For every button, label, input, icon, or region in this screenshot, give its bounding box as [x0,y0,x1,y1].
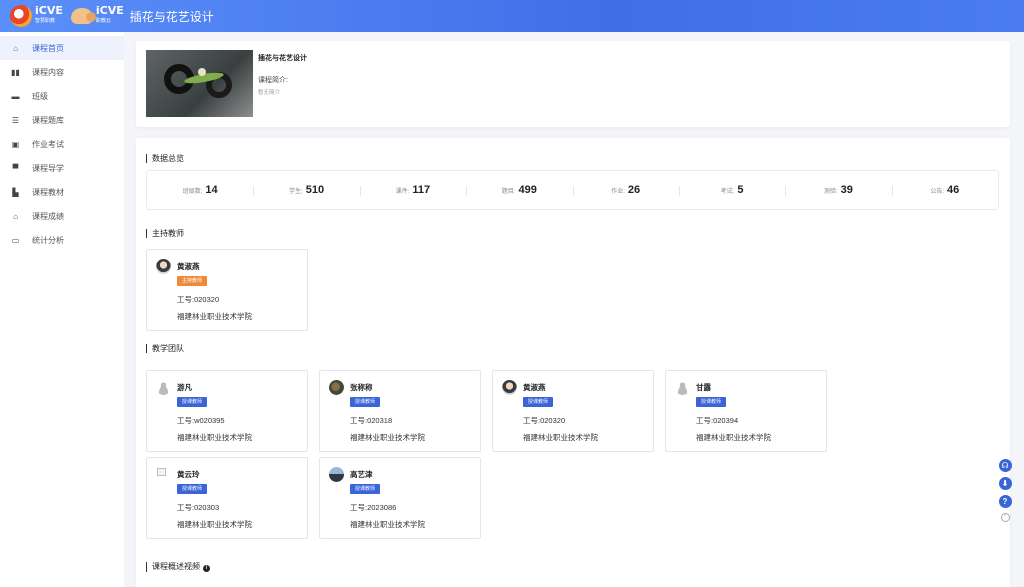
avatar [329,467,344,482]
download-icon[interactable]: ⬇ [998,477,1012,490]
floating-toolbar: ☊ ⬇ ? ⌃ [995,459,1015,522]
role-badge: 授课教师 [696,397,727,407]
team-teacher-card[interactable]: 游凡 授课教师 工号:w020395 福建林业职业技术学院 [146,370,308,452]
role-badge: 授课教师 [177,397,208,407]
home-icon: ⌂ [13,43,18,53]
sidebar-item-course-content[interactable]: ▮▮ 课程内容 [0,60,124,84]
teacher-school: 福建林业职业技术学院 [523,433,598,442]
stat-homework: 作业: 26 [572,184,679,196]
team-teacher-card[interactable]: 甘露 授课教师 工号:020394 福建林业职业技术学院 [665,370,827,452]
textbook-icon: ▙ [12,187,19,197]
icve-logo-icon [10,5,32,27]
avatar [675,380,690,395]
sidebar-item-homework-exam[interactable]: ▣ 作业考试 [0,132,124,156]
avatar [502,380,517,395]
cloud-logo-icon [70,8,96,24]
stat-classes: 班级数: 14 [182,184,218,196]
stat-students: 学生: 510 [253,184,359,196]
teacher-name: 甘露 [696,383,711,392]
host-teacher-card[interactable]: 黄淑燕 主持教师 工号:020320 福建林业职业技术学院 [146,249,308,331]
teacher-name: 黄淑燕 [523,383,546,392]
stat-exams: 考试: 5 [678,184,785,196]
team-teacher-card[interactable]: 高艺津 授课教师 工号:2023086 福建林业职业技术学院 [319,457,481,539]
role-badge: 授课教师 [350,397,381,407]
teacher-name: 高艺津 [350,470,373,479]
course-cover-image [146,50,253,117]
teacher-name: 黄淑燕 [177,262,200,271]
course-title-header: 插花与花艺设计 [129,9,214,24]
help-icon[interactable]: ? [998,495,1012,508]
role-badge: 授课教师 [350,484,381,494]
customer-service-icon[interactable]: ☊ [998,459,1012,472]
avatar [156,380,171,395]
course-intro-label: 课程简介: [258,77,288,84]
stat-questions: 题目: 499 [466,184,572,196]
sidebar-item-textbook[interactable]: ▙ 课程教材 [0,180,124,204]
team-teacher-card[interactable]: 黄云玲 授课教师 工号:020303 福建林业职业技术学院 [146,457,308,539]
course-info-card: 插花与花艺设计 课程简介: 暂无简介 [136,41,1010,127]
stat-announcements: 公告: 46 [891,184,998,196]
role-badge: 授课教师 [523,397,554,407]
teacher-id: 工号:020303 [177,503,220,512]
info-icon[interactable]: i [203,565,210,572]
section-title-teaching-team: 教学团队 [146,344,184,353]
role-badge: 授课教师 [177,484,208,494]
team-teacher-card[interactable]: 黄淑燕 授课教师 工号:020320 福建林业职业技术学院 [492,370,654,452]
sidebar-item-class[interactable]: ▬ 班级 [0,84,124,108]
sidebar-item-course-home[interactable]: ⌂ 课程首页 [0,36,124,60]
top-header: iCVE 智慧职教 iCVE 职教云 插花与花艺设计 [0,0,1024,32]
class-icon: ▬ [11,91,20,101]
avatar [156,259,171,274]
teacher-id: 工号:2023086 [350,503,397,512]
avatar [156,467,171,482]
teacher-school: 福建林业职业技术学院 [696,433,771,442]
stat-courseware: 课件: 117 [359,184,466,196]
course-name: 插花与花艺设计 [258,55,307,62]
icve-logo[interactable]: iCVE 智慧职教 [10,5,63,27]
section-title-course-video: 课程概述视频 i [146,562,210,572]
stat-quizzes: 测验: 39 [785,184,891,196]
teacher-school: 福建林业职业技术学院 [350,520,425,529]
analytics-icon: ▭ [11,235,20,245]
teacher-id: 工号:020320 [177,295,220,304]
homework-icon: ▣ [11,139,20,149]
sidebar-item-course-guide[interactable]: ▀ 课程导学 [0,156,124,180]
stats-bar: 班级数: 14 学生: 510 课件: 117 题目: 499 作业: 26 考试: 5 测… [146,170,999,210]
teacher-id: 工号:020318 [350,416,393,425]
course-intro-value: 暂无简介 [258,90,281,96]
course-overview-panel: 数据总览 班级数: 14 学生: 510 课件: 117 题目: 499 作业: 26 考… [136,138,1010,587]
teacher-id: 工号:020320 [523,416,566,425]
teacher-school: 福建林业职业技术学院 [350,433,425,442]
avatar [329,380,344,395]
section-title-overview: 数据总览 [146,154,184,163]
section-title-host-teacher: 主持教师 [146,229,184,238]
teacher-name: 黄云玲 [177,470,200,479]
sidebar-item-question-bank[interactable]: ☰ 课程题库 [0,108,124,132]
role-badge: 主持教师 [177,276,208,286]
guide-icon: ▀ [12,163,19,173]
teacher-name: 张称称 [350,383,373,392]
sidebar-item-grades[interactable]: ⌂ 课程成绩 [0,204,124,228]
sidebar-item-analytics[interactable]: ▭ 统计分析 [0,228,124,252]
grade-icon: ⌂ [13,211,18,221]
list-icon: ☰ [11,115,20,125]
team-teacher-card[interactable]: 张称称 授课教师 工号:020318 福建林业职业技术学院 [319,370,481,452]
sidebar: ⌂ 课程首页 ▮▮ 课程内容 ▬ 班级 ☰ 课程题库 ▣ 作业考试 ▀ 课程导学… [0,32,124,587]
teacher-school: 福建林业职业技术学院 [177,433,252,442]
back-to-top-icon[interactable]: ⌃ [1000,513,1010,522]
teacher-id: 工号:020394 [696,416,739,425]
teacher-id: 工号:w020395 [177,416,225,425]
zjy-logo[interactable]: iCVE 职教云 [70,5,124,26]
teacher-name: 游凡 [177,383,192,392]
teacher-school: 福建林业职业技术学院 [177,312,252,321]
book-icon: ▮▮ [11,67,20,77]
teacher-school: 福建林业职业技术学院 [177,520,252,529]
